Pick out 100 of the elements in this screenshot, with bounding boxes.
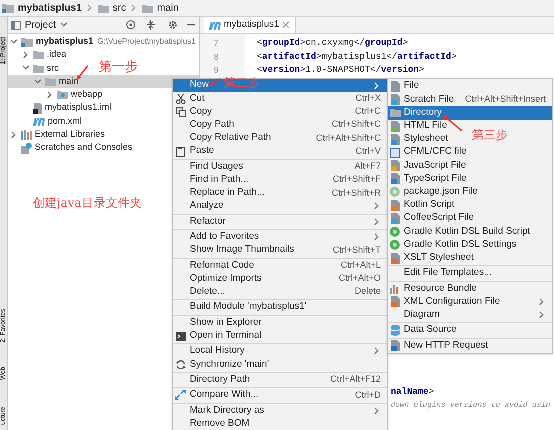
circle-icon <box>390 187 400 198</box>
menu-item[interactable]: Add to Favorites <box>173 230 387 244</box>
menu-item[interactable]: CoffeeScript File <box>388 212 480 226</box>
menu-item[interactable]: XSLT Stylesheet <box>388 251 480 265</box>
shortcut-label: Ctrl+Alt+F12 <box>330 373 381 386</box>
file-icon <box>390 94 400 106</box>
tree-item[interactable]: src <box>8 62 59 75</box>
panel-icon <box>11 20 21 30</box>
menu-item[interactable]: XML Configuration File <box>388 295 552 309</box>
menu-item[interactable]: Show Image Thumbnails Ctrl+Shift+T <box>173 244 387 257</box>
collapse-icon <box>146 20 156 30</box>
menu-item[interactable]: Show in Explorer <box>173 316 268 330</box>
menu-item[interactable]: Edit File Templates... <box>388 266 498 280</box>
folder-icon <box>45 77 56 86</box>
menu-item[interactable]: Copy Relative Path Ctrl+Alt+Shift+C <box>173 132 387 145</box>
bars-icon <box>390 284 400 294</box>
tree-item[interactable]: External Libraries <box>8 128 106 142</box>
file-icon <box>390 134 400 145</box>
menu-item[interactable]: Mark Directory as <box>173 404 387 418</box>
menu-item[interactable]: JavaScript File <box>388 159 472 172</box>
breadcrumb-item[interactable]: mybatisplus1 <box>18 0 82 16</box>
tree-item[interactable]: mybatisplus1.iml <box>8 101 112 115</box>
editor-tab[interactable]: mybatisplus1 <box>204 17 296 33</box>
menu-item[interactable]: Open in Terminal <box>173 330 268 343</box>
code-line: nalName> <box>391 386 434 399</box>
chevron-icon <box>130 4 138 12</box>
m-logo-icon <box>33 116 45 126</box>
menu-item[interactable]: Gradle Kotlin DSL Settings <box>388 238 523 252</box>
menu-item[interactable]: Copy Path Ctrl+Shift+C <box>173 118 387 132</box>
file-icon <box>390 173 400 184</box>
tree-item[interactable]: pom.xml <box>8 114 82 128</box>
dropdown-icon <box>60 21 68 29</box>
menu-item[interactable]: Kotlin Script <box>388 198 461 212</box>
menu-item[interactable]: Directory <box>388 106 552 120</box>
menu-item[interactable]: Build Module 'mybatisplus1' <box>173 300 313 314</box>
menu-item[interactable]: Refactor <box>173 215 387 228</box>
menu-item[interactable]: Gradle Kotlin DSL Build Script <box>388 225 536 238</box>
file-icon <box>390 120 400 132</box>
menu-item[interactable]: package.json File <box>388 186 484 199</box>
menu-item[interactable]: Analyze <box>173 200 387 214</box>
menu-item[interactable]: Data Source <box>388 324 463 338</box>
menu-item[interactable]: Optimize Imports Ctrl+Alt+O <box>173 272 387 286</box>
menu-item[interactable]: Find Usages Alt+F7 <box>173 160 387 174</box>
menu-item[interactable]: Scratch File Ctrl+Alt+Shift+Insert <box>388 93 552 106</box>
database-icon <box>390 325 400 336</box>
breadcrumb-item[interactable]: main <box>157 0 179 16</box>
shortcut-label: Ctrl+Alt+O <box>338 272 381 286</box>
folder-icon <box>142 4 154 12</box>
circle-icon <box>390 240 400 250</box>
menu-item[interactable]: New HTTP Request <box>388 339 494 352</box>
breadcrumb-item[interactable]: src <box>112 0 126 16</box>
code-line: <groupId>cn.cxyxmg</groupId> <box>257 37 410 50</box>
menu-item[interactable]: Replace in Path... Ctrl+Shift+R <box>173 186 387 200</box>
menu-item[interactable]: Stylesheet <box>388 132 454 146</box>
menu-item[interactable]: Local History <box>173 344 387 358</box>
shortcut-label: Ctrl+V <box>356 144 381 158</box>
menu-item[interactable]: Find in Path... Ctrl+Shift+F <box>173 174 387 187</box>
file-icon <box>390 160 400 172</box>
clipboard-icon <box>176 146 185 157</box>
menu-item[interactable]: File <box>388 80 426 94</box>
module-folder-icon <box>2 3 14 13</box>
menu-item[interactable]: TypeScript File <box>388 172 473 186</box>
menu-item[interactable]: Paste Ctrl+V <box>173 144 387 158</box>
menu-item[interactable]: Reformat Code Ctrl+Alt+L <box>173 259 387 272</box>
file-icon <box>390 252 400 264</box>
annotation-arrow <box>208 78 220 87</box>
m-logo-icon <box>209 20 221 30</box>
shortcut-label: Ctrl+Alt+L <box>340 259 381 272</box>
menu-item[interactable]: Remove BOM <box>173 417 256 430</box>
menu-item[interactable]: Copy Ctrl+C <box>173 105 387 119</box>
menu-item[interactable]: HTML File <box>388 120 454 133</box>
tree-item[interactable]: mybatisplus1 G:\VueProject\mybatisplus1 <box>8 35 196 48</box>
tree-item[interactable]: Scratches and Consoles <box>8 141 133 155</box>
menu-item[interactable]: Delete... Delete <box>173 286 387 299</box>
circle-icon <box>390 226 400 237</box>
menu-item[interactable]: Directory Path Ctrl+Alt+F12 <box>173 373 387 387</box>
file-icon <box>390 296 400 308</box>
tree-item[interactable]: .idea <box>8 48 67 62</box>
file-icon <box>390 200 400 211</box>
close-icon <box>282 21 290 29</box>
square-icon <box>390 148 400 158</box>
shortcut-label: Ctrl+C <box>355 105 381 118</box>
menu-item[interactable]: CFML/CFC file <box>388 146 473 160</box>
path-label: G:\VueProject\mybatisplus1 <box>98 36 196 48</box>
menu-item[interactable]: Compare With... Ctrl+D <box>173 388 387 402</box>
menu-item[interactable]: Cut Ctrl+X <box>173 92 387 106</box>
shortcut-label: Ctrl+Alt+Shift+C <box>316 132 381 145</box>
menu-item[interactable]: Diagram <box>388 308 552 322</box>
tree-item[interactable]: webapp <box>8 88 103 102</box>
file-icon <box>390 212 400 224</box>
annotation-text: 创建java目录文件夹 <box>33 197 142 209</box>
menu-item[interactable]: Synchronize 'main' <box>173 358 276 372</box>
shortcut-label: Ctrl+D <box>355 388 381 402</box>
code-line: <version>1.0-SNAPSHOT</version> <box>257 64 426 77</box>
web-folder-icon <box>57 90 68 100</box>
shortcut-label: Ctrl+Shift+T <box>332 244 381 257</box>
shortcut-label: Ctrl+Shift+R <box>332 186 381 200</box>
panel-title[interactable]: Project <box>25 18 56 32</box>
menu-item[interactable]: Resource Bundle <box>388 282 483 296</box>
annotation-arrow <box>76 66 89 80</box>
